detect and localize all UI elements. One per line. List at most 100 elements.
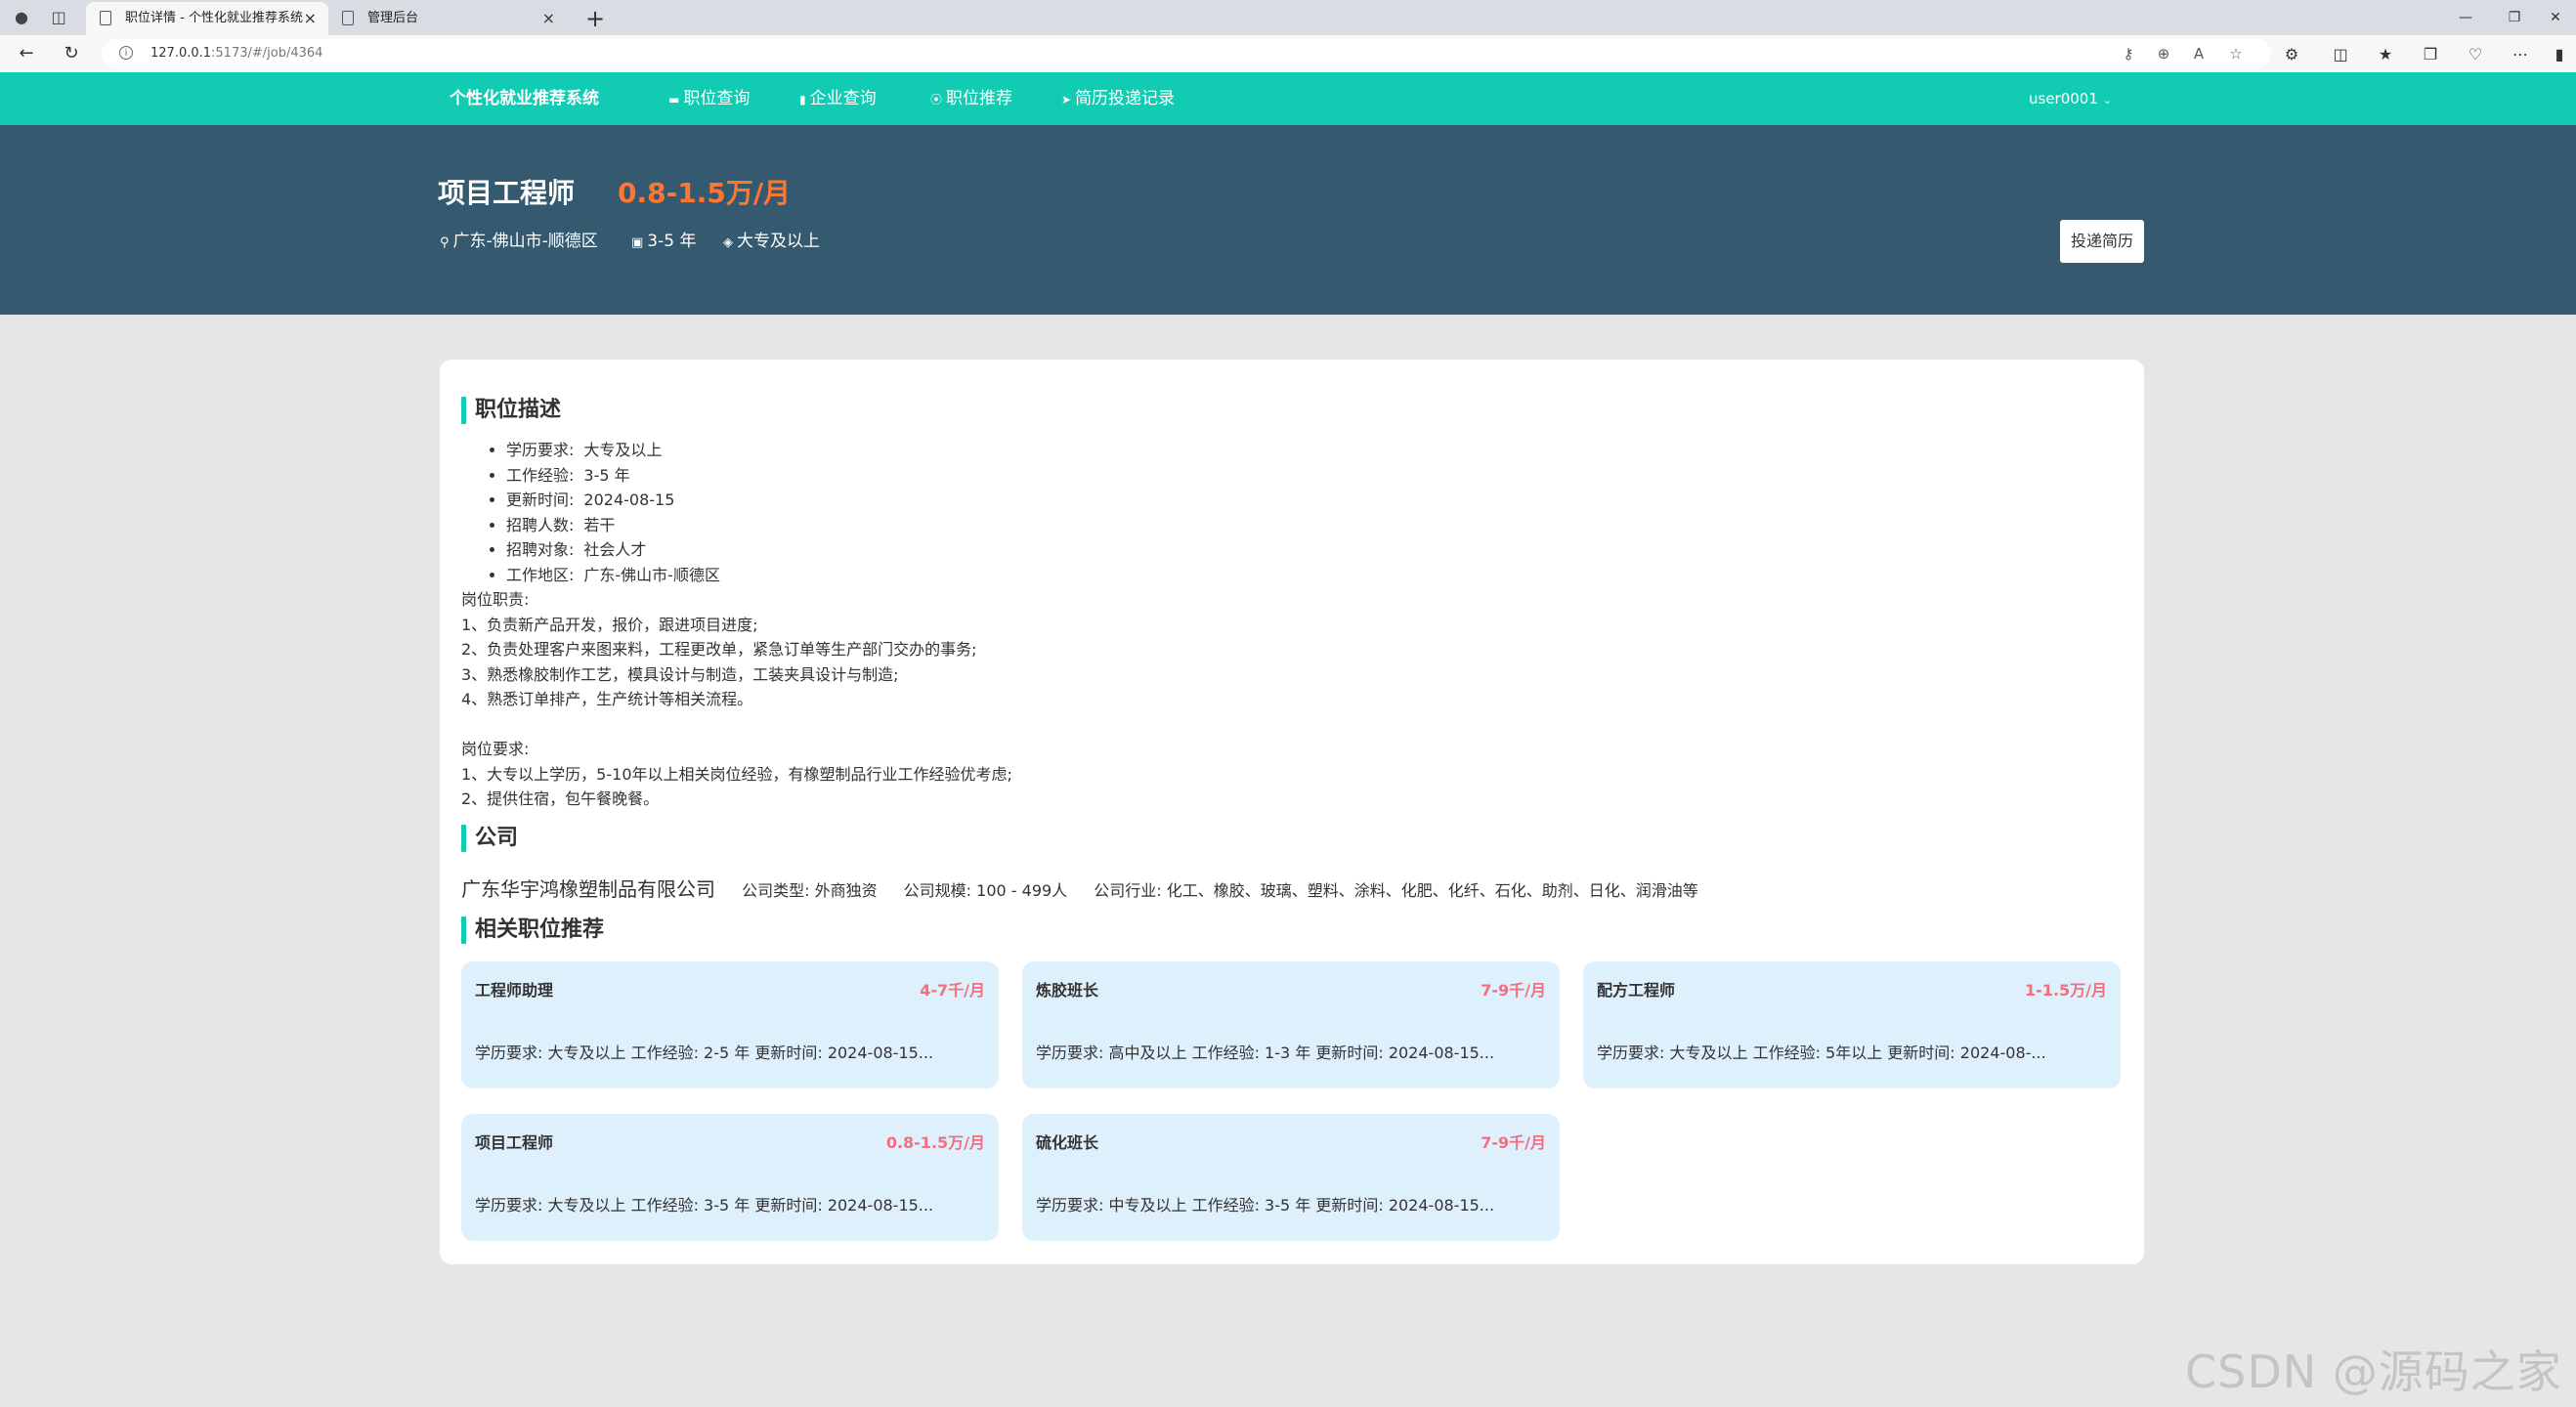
more-menu-icon[interactable]: ⋯ (2508, 43, 2533, 66)
nav-label: 简历投递记录 (1075, 89, 1176, 108)
company-name[interactable]: 广东华宇鸿橡塑制品有限公司 (461, 877, 715, 901)
browser-tab-job-detail[interactable]: 职位详情 - 个性化就业推荐系统 × (86, 2, 328, 35)
key-icon[interactable]: ⚷ (2115, 39, 2142, 68)
related-job-salary: 0.8-1.5万/月 (885, 1133, 985, 1152)
nav-resume-records[interactable]: ➤ 简历投递记录 (1061, 72, 1175, 126)
briefcase-icon: ▬ (668, 93, 680, 107)
app-header: 个性化就业推荐系统 ▬ 职位查询 ▮ 企业查询 ⦿ 职位推荐 ➤ 简历投递记录 user… (0, 72, 2576, 125)
related-job-card[interactable]: 硫化班长 7-9千/月 学历要求: 中专及以上 工作经验: 3-5 年 更新时间… (1022, 1114, 1560, 1241)
read-aloud-icon[interactable]: A (2185, 39, 2212, 68)
url-host: 127.0.0.1 (150, 46, 212, 61)
job-detail-list: 学历要求:大专及以上 工作经验:3-5 年 更新时间:2024-08-15 招聘… (461, 438, 720, 587)
list-item: 招聘对象:社会人才 (506, 537, 720, 563)
chevron-down-icon: ⌄ (2102, 94, 2112, 107)
job-experience: ▣ 3-5 年 (631, 227, 696, 251)
job-education: ◈ 大专及以上 (723, 227, 820, 251)
list-item: 更新时间:2024-08-15 (506, 488, 720, 513)
related-job-desc: 学历要求: 大专及以上 工作经验: 2-5 年 更新时间: 2024-08-15… (475, 1044, 934, 1062)
related-job-card[interactable]: 工程师助理 4-7千/月 学历要求: 大专及以上 工作经验: 2-5 年 更新时… (461, 961, 999, 1088)
related-job-card[interactable]: 项目工程师 0.8-1.5万/月 学历要求: 大专及以上 工作经验: 3-5 年… (461, 1114, 999, 1241)
related-job-desc: 学历要求: 中专及以上 工作经验: 3-5 年 更新时间: 2024-08-15… (1036, 1196, 1495, 1215)
nav-job-recommend[interactable]: ⦿ 职位推荐 (930, 72, 1012, 126)
info-icon[interactable]: i (119, 46, 133, 60)
section-title-company: 公司 (461, 823, 518, 854)
reload-icon[interactable]: ↻ (59, 41, 84, 66)
minimize-button[interactable]: — (2441, 0, 2490, 35)
related-job-salary: 1-1.5万/月 (2025, 981, 2107, 1000)
company-industry: 公司行业: 化工、橡胶、玻璃、塑料、涂料、化肥、化纤、石化、助剂、日化、润滑油等 (1094, 881, 1698, 900)
company-size: 公司规模: 100 - 499人 (903, 881, 1068, 900)
section-title-description: 职位描述 (461, 395, 561, 426)
extensions-icon[interactable]: ⚙ (2279, 43, 2304, 66)
window-close-button[interactable]: ✕ (2531, 0, 2576, 35)
send-icon: ➤ (1061, 93, 1072, 107)
back-arrow-icon[interactable]: ← (14, 41, 39, 66)
brand-title[interactable]: 个性化就业推荐系统 (450, 72, 599, 125)
nav-job-search[interactable]: ▬ 职位查询 (668, 72, 750, 126)
apply-resume-button[interactable]: 投递简历 (2060, 220, 2144, 263)
job-hero: 项目工程师 0.8-1.5万/月 ⚲ 广东-佛山市-顺德区 ▣ 3-5 年 ◈ 大专及… (0, 125, 2576, 315)
browser-toolbar: ← ↻ i 127.0.0.1:5173/#/job/4364 ⚷ ⊕ A ☆ … (0, 35, 2576, 73)
zoom-icon[interactable]: ⊕ (2150, 39, 2177, 68)
tab-title: 职位详情 - 个性化就业推荐系统 (125, 11, 303, 25)
job-description-text: 岗位职责: 1、负责新产品开发，报价，跟进项目进度; 2、负责处理客户来图来料，… (461, 590, 1012, 808)
browser-tab-admin[interactable]: 管理后台 × (328, 2, 567, 35)
job-salary: 0.8-1.5万/月 (618, 177, 792, 209)
job-detail-card: 职位描述 学历要求:大专及以上 工作经验:3-5 年 更新时间:2024-08-… (440, 360, 2144, 1264)
close-icon[interactable]: × (542, 2, 555, 35)
related-job-title: 配方工程师 (1597, 981, 1676, 1000)
nav-label: 职位推荐 (946, 89, 1013, 108)
company-info: 广东华宇鸿橡塑制品有限公司 公司类型: 外商独资 公司规模: 100 - 499… (461, 874, 1720, 902)
url-path: :5173/#/job/4364 (211, 46, 323, 61)
document-icon (342, 11, 354, 25)
browser-window: ● ◫ 职位详情 - 个性化就业推荐系统 × 管理后台 × + — ❐ ✕ ← … (0, 0, 2576, 1407)
related-job-desc: 学历要求: 大专及以上 工作经验: 5年以上 更新时间: 2024-08-... (1597, 1044, 2046, 1062)
location-pin-icon: ⚲ (440, 235, 450, 250)
address-bar[interactable]: i 127.0.0.1:5173/#/job/4364 ⚷ ⊕ A ☆ (102, 39, 2271, 68)
related-job-card[interactable]: 炼胶班长 7-9千/月 学历要求: 高中及以上 工作经验: 1-3 年 更新时间… (1022, 961, 1560, 1088)
related-job-salary: 7-9千/月 (1481, 981, 1546, 1000)
job-experience-text: 3-5 年 (647, 232, 697, 251)
related-job-desc: 学历要求: 大专及以上 工作经验: 3-5 年 更新时间: 2024-08-15… (475, 1196, 934, 1215)
section-title-related: 相关职位推荐 (461, 915, 604, 946)
favorite-star-icon[interactable]: ☆ (2222, 39, 2250, 68)
related-job-card[interactable]: 配方工程师 1-1.5万/月 学历要求: 大专及以上 工作经验: 5年以上 更新… (1583, 961, 2121, 1088)
related-job-desc: 学历要求: 高中及以上 工作经验: 1-3 年 更新时间: 2024-08-15… (1036, 1044, 1495, 1062)
circle-icon: ⦿ (930, 93, 943, 107)
browser-tab-strip: ● ◫ 职位详情 - 个性化就业推荐系统 × 管理后台 × + — ❐ ✕ (0, 0, 2576, 35)
nav-label: 职位查询 (683, 89, 751, 108)
job-education-text: 大专及以上 (737, 232, 820, 251)
tab-title: 管理后台 (367, 11, 419, 25)
tab-actions-icon[interactable]: ◫ (49, 8, 68, 27)
related-job-title: 硫化班长 (1036, 1133, 1099, 1152)
related-job-salary: 7-9千/月 (1481, 1133, 1546, 1152)
browser-essentials-icon[interactable]: ♡ (2463, 43, 2488, 66)
user-name: user0001 (2029, 90, 2098, 107)
related-job-salary: 4-7千/月 (920, 981, 985, 1000)
company-type: 公司类型: 外商独资 (742, 881, 878, 900)
watermark-text: CSDN @源码之家 (2185, 1345, 2562, 1398)
favorites-icon[interactable]: ★ (2373, 43, 2398, 66)
list-item: 招聘人数:若干 (506, 513, 720, 538)
split-screen-icon[interactable]: ◫ (2328, 43, 2353, 66)
new-tab-button[interactable]: + (579, 2, 612, 35)
job-location-text: 广东-佛山市-顺德区 (452, 232, 598, 251)
profile-icon[interactable]: ● (12, 8, 31, 27)
related-job-title: 项目工程师 (475, 1133, 554, 1152)
list-item: 学历要求:大专及以上 (506, 438, 720, 463)
user-menu[interactable]: user0001 ⌄ (2029, 72, 2112, 127)
collections-icon[interactable]: ❐ (2418, 43, 2443, 66)
related-job-title: 炼胶班长 (1036, 981, 1099, 1000)
sidebar-toggle-icon[interactable]: ▮ (2547, 43, 2572, 66)
list-item: 工作地区:广东-佛山市-顺德区 (506, 563, 720, 588)
nav-label: 企业查询 (809, 89, 877, 108)
close-icon[interactable]: × (304, 2, 317, 35)
briefcase-icon: ▣ (631, 235, 644, 250)
job-title: 项目工程师 (438, 177, 576, 209)
graduation-cap-icon: ◈ (723, 235, 733, 250)
list-item: 工作经验:3-5 年 (506, 463, 720, 489)
related-job-title: 工程师助理 (475, 981, 554, 1000)
nav-company-search[interactable]: ▮ 企业查询 (799, 72, 877, 126)
document-icon (100, 11, 111, 25)
building-icon: ▮ (799, 93, 806, 107)
